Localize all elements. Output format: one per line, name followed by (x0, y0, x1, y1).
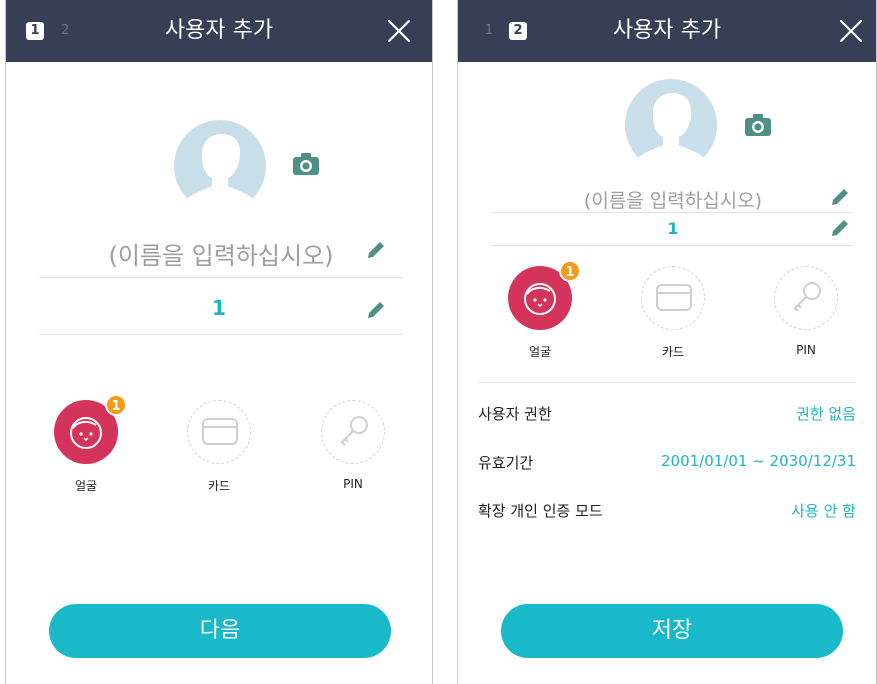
setting-label: 확장 개인 인증 모드 (478, 502, 603, 520)
setting-row-extended-auth[interactable]: 확장 개인 인증 모드 사용 안 함 (478, 500, 856, 522)
save-button[interactable]: 저장 (501, 604, 843, 658)
credential-card[interactable]: 카드 (638, 266, 708, 360)
credential-face-label: 얼굴 (528, 345, 552, 359)
avatar[interactable] (174, 120, 266, 212)
credential-face[interactable]: 1 얼굴 (51, 394, 127, 494)
divider (39, 334, 403, 335)
avatar[interactable] (625, 79, 717, 171)
setting-row-validity[interactable]: 유효기간 2001/01/01 ~ 2030/12/31 (478, 452, 856, 474)
edit-id-pencil-icon[interactable] (365, 299, 387, 321)
edit-name-pencil-icon[interactable] (829, 186, 851, 208)
card-icon (201, 418, 238, 445)
user-silhouette-icon (186, 134, 254, 212)
close-icon[interactable] (386, 18, 412, 44)
setting-label: 사용자 권한 (478, 405, 552, 423)
header-bar: 1 2 사용자 추가 (458, 0, 876, 62)
name-input[interactable]: (이름을 입력하십시오) (568, 186, 778, 213)
add-user-step2-panel: 1 2 사용자 추가 (이름을 입력하십시오) 1 1 얼굴 카드 PIN 사용… (457, 0, 877, 684)
credential-card-label: 카드 (661, 345, 685, 359)
face-count-badge: 1 (559, 260, 581, 282)
page-title: 사용자 추가 (612, 18, 722, 43)
credential-pin-label: PIN (343, 477, 363, 491)
close-icon[interactable] (838, 18, 864, 44)
setting-label: 유효기간 (478, 454, 534, 472)
face-count-badge: 1 (105, 394, 127, 416)
credential-pin[interactable]: PIN (771, 266, 841, 357)
credential-pin-label: PIN (796, 343, 816, 357)
user-id-field[interactable]: 1 (139, 296, 299, 320)
edit-id-pencil-icon[interactable] (829, 217, 851, 239)
header-bar: 1 2 사용자 추가 (6, 0, 432, 62)
page-title: 사용자 추가 (164, 18, 274, 43)
divider (39, 277, 403, 278)
setting-value[interactable]: 권한 없음 (796, 403, 856, 424)
key-icon (339, 416, 368, 446)
next-button[interactable]: 다음 (49, 604, 391, 658)
user-id-field[interactable]: 1 (608, 219, 738, 238)
edit-name-pencil-icon[interactable] (365, 239, 387, 261)
divider (491, 212, 853, 213)
setting-value[interactable]: 2001/01/01 ~ 2030/12/31 (661, 452, 856, 470)
add-user-step1-panel: 1 2 사용자 추가 (이름을 입력하십시오) 1 1 얼굴 카드 PIN 다음 (5, 0, 433, 684)
credential-face[interactable]: 1 얼굴 (505, 260, 581, 360)
card-icon (655, 284, 692, 311)
camera-icon[interactable] (744, 113, 772, 137)
credential-pin[interactable]: PIN (318, 400, 388, 491)
divider (491, 245, 853, 246)
user-silhouette-icon (637, 93, 705, 171)
credential-face-label: 얼굴 (74, 479, 98, 493)
setting-row-permission[interactable]: 사용자 권한 권한 없음 (478, 403, 856, 425)
credential-card-label: 카드 (207, 479, 231, 493)
divider (478, 382, 856, 383)
camera-icon[interactable] (292, 152, 320, 176)
setting-value[interactable]: 사용 안 함 (791, 500, 856, 521)
key-icon (792, 282, 821, 312)
credential-card[interactable]: 카드 (184, 400, 254, 494)
name-input[interactable]: (이름을 입력하십시오) (96, 236, 346, 271)
